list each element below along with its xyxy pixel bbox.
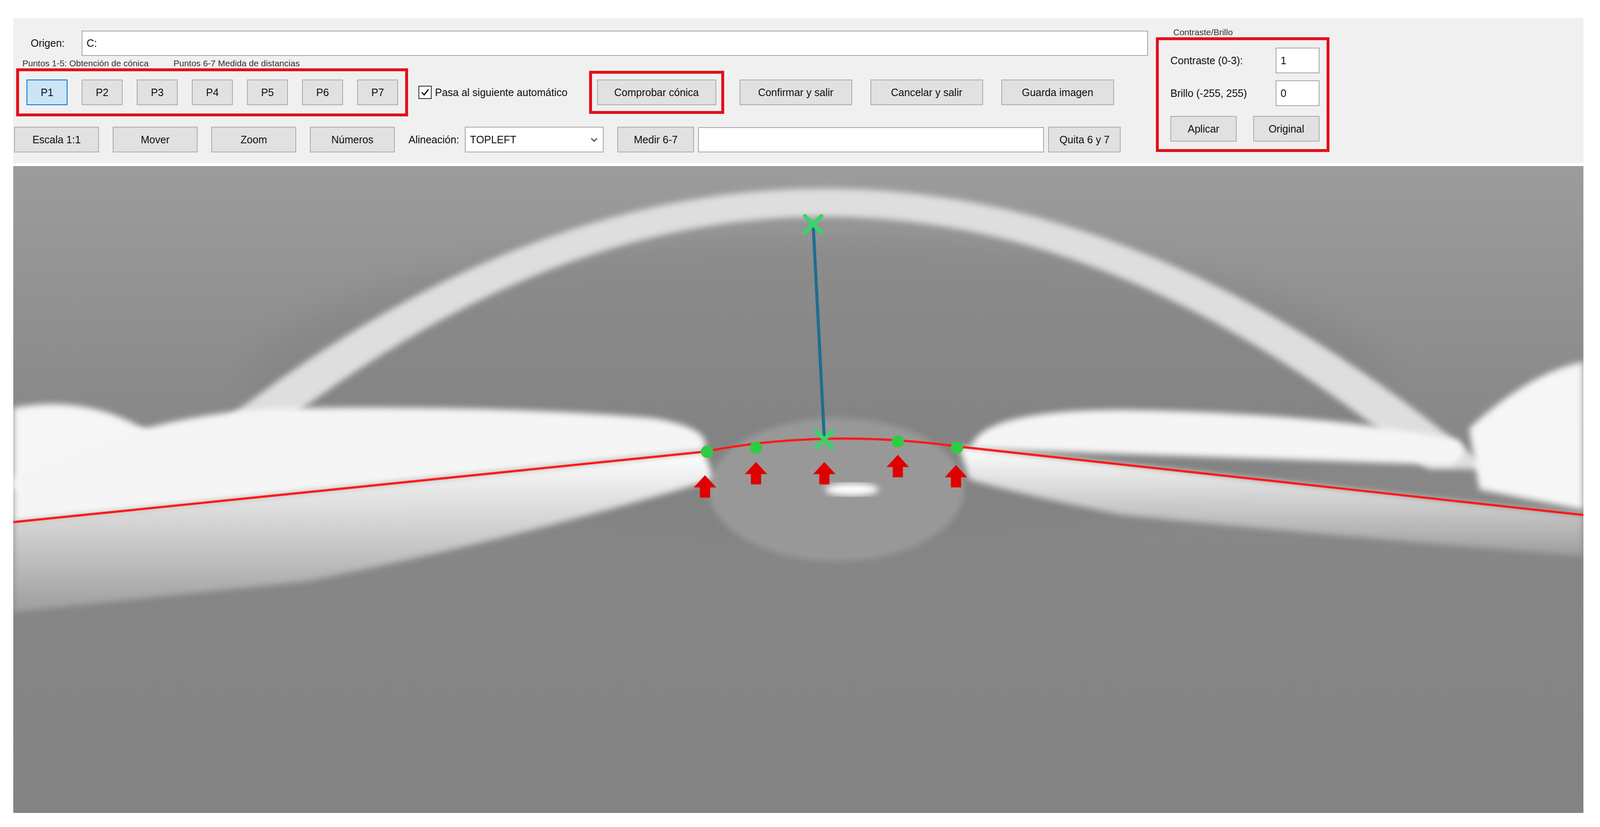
arrow-icon [944, 465, 967, 488]
arrow-icon [813, 461, 836, 485]
measure-field[interactable] [698, 127, 1045, 153]
action-highlight: Cancelar y salir [867, 76, 987, 109]
arrow-icon [886, 454, 909, 478]
distance-point [804, 216, 822, 233]
point-buttons: P1 P2 P3 P4 P5 P6 P7 [16, 68, 409, 117]
hint-text: Puntos 1-5: Obtención de cónica [22, 58, 149, 69]
conic-point [700, 445, 714, 459]
toolbar-main: Origen: C: Puntos 1-5: Obtención de cónica… [13, 18, 1156, 164]
point-button[interactable]: P7 [357, 79, 399, 106]
action-buttons: Comprobar cónica Confirmar y salir Cancela… [589, 70, 1117, 114]
conic-curve [13, 438, 1584, 523]
hint-row: Puntos 1-5: Obtención de cónica Puntos 6-… [13, 58, 1156, 69]
action-button[interactable]: Comprobar cónica [596, 79, 717, 106]
point-button[interactable]: P6 [302, 79, 344, 106]
brightness-field[interactable]: 0 [1275, 80, 1320, 107]
distance-line [813, 224, 825, 440]
toolbar: Origen: C: Puntos 1-5: Obtención de cónica… [13, 18, 1584, 164]
checkbox-box[interactable] [418, 85, 432, 100]
measure-group: Medir 6-7 Quita 6 y 7 [617, 126, 1121, 153]
point-button[interactable]: P3 [136, 79, 178, 106]
point-button[interactable]: P4 [191, 79, 233, 106]
view-row: Escala 1:1 Mover Zoom Números Alineación: TOP… [14, 126, 1156, 153]
action-button[interactable]: Cancelar y salir [870, 79, 984, 106]
conic-point [950, 441, 964, 455]
contrast-button[interactable]: Aplicar [1170, 116, 1237, 142]
contrast-row: Contraste (0-3): 1 [1170, 47, 1320, 74]
contrast-group: Contraste/Brillo Contraste (0-3): 1 Brillo … [1155, 18, 1330, 164]
origin-row: Origen: C: [13, 30, 1156, 56]
distance-point [816, 431, 833, 448]
point-button[interactable]: P5 [246, 79, 288, 106]
contrast-field[interactable]: 1 [1275, 47, 1320, 74]
origin-label: Origen: [30, 37, 77, 50]
brightness-label: Brillo (-255, 255) [1170, 87, 1248, 100]
action-highlight: Confirmar y salir [736, 76, 856, 109]
scan-image [13, 166, 1584, 814]
contrast-button[interactable]: Original [1253, 116, 1320, 142]
contrast-label: Contraste (0-3): [1170, 54, 1243, 67]
auto-next-checkbox[interactable]: Pasa al siguiente automático [418, 85, 568, 100]
conic-point [891, 435, 904, 448]
action-button[interactable]: Confirmar y salir [739, 79, 853, 106]
view-button[interactable]: Mover [112, 126, 198, 153]
contrast-buttons: Aplicar Original [1170, 116, 1320, 142]
measure-button[interactable]: Medir 6-7 [617, 126, 694, 153]
point-row: P1 P2 P3 P4 P5 P6 P7 Pasa al siguiente automáti… [16, 68, 1156, 117]
check-icon [420, 87, 431, 98]
alignment-select[interactable]: TOPLEFT [464, 126, 604, 153]
image-viewer[interactable] [13, 166, 1584, 814]
window: Origen: C: Puntos 1-5: Obtención de cónica… [0, 0, 1600, 827]
brightness-row: Brillo (-255, 255) 0 [1170, 80, 1320, 107]
view-button[interactable]: Zoom [211, 126, 297, 153]
action-button[interactable]: Guarda imagen [1001, 79, 1115, 106]
alignment-label: Alineación: [408, 133, 460, 146]
hint-text: Puntos 6-7 Medida de distancias [173, 58, 300, 69]
action-highlight: Comprobar cónica [589, 70, 725, 114]
action-highlight: Guarda imagen [998, 76, 1117, 109]
conic-point [749, 441, 763, 455]
alignment-group: Alineación: TOPLEFT [408, 126, 604, 153]
origin-field[interactable]: C: [81, 30, 1149, 56]
clear-points-button[interactable]: Quita 6 y 7 [1048, 126, 1121, 153]
checkbox-label: Pasa al siguiente automático [435, 86, 568, 99]
arrow-icon [744, 461, 768, 485]
point-button[interactable]: P2 [81, 79, 123, 106]
contrast-box: Contraste (0-3): 1 Brillo (-255, 255) 0 Apli… [1155, 37, 1330, 153]
point-button[interactable]: P1 [26, 79, 68, 106]
group-title: Contraste/Brillo [1155, 27, 1330, 38]
arrow-icon [693, 475, 717, 498]
view-button[interactable]: Escala 1:1 [14, 126, 100, 153]
chevron-down-icon [589, 135, 599, 145]
view-button[interactable]: Números [309, 126, 395, 153]
